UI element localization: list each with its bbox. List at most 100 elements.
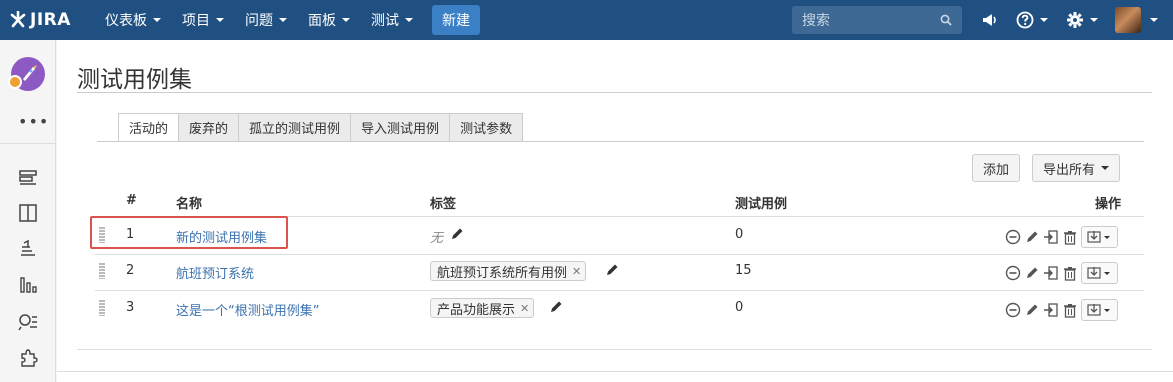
jira-logo[interactable]: JIRA bbox=[9, 0, 87, 40]
chevron-down-icon[interactable] bbox=[1150, 18, 1158, 22]
table-row: 3 这是一个“根测试用例集” 产品功能展示 ✕ 0 bbox=[95, 291, 1144, 327]
logo-text: JIRA bbox=[30, 10, 71, 30]
edit-pencil-icon[interactable] bbox=[1024, 264, 1040, 282]
chevron-down-icon bbox=[405, 18, 413, 22]
row-actions bbox=[1005, 262, 1118, 284]
row-number: 2 bbox=[126, 263, 135, 278]
issues-search-icon[interactable] bbox=[18, 312, 38, 332]
edit-pencil-icon[interactable] bbox=[1024, 228, 1040, 246]
delete-trash-icon[interactable] bbox=[1062, 301, 1078, 319]
title-divider bbox=[77, 92, 1152, 93]
backlog-icon[interactable] bbox=[18, 168, 38, 188]
add-button[interactable]: 添加 bbox=[972, 154, 1021, 182]
column-header-testcases: 测试用例 bbox=[735, 197, 788, 212]
testcycle-name-link[interactable]: 航班预订系统 bbox=[176, 263, 254, 282]
tab-obsolete[interactable]: 废弃的 bbox=[179, 113, 240, 142]
column-header-labels: 标签 bbox=[430, 197, 457, 212]
chevron-down-icon bbox=[153, 18, 161, 22]
gear-icon bbox=[1067, 12, 1083, 28]
menu-tests-label: 测试 bbox=[371, 13, 399, 29]
delete-trash-icon[interactable] bbox=[1062, 264, 1078, 282]
menu-dashboards-label: 仪表板 bbox=[105, 13, 147, 29]
help-icon bbox=[1016, 11, 1034, 29]
menu-projects-label: 项目 bbox=[182, 13, 210, 29]
jira-logo-icon bbox=[10, 11, 26, 28]
more-actions-dropdown[interactable] bbox=[1081, 226, 1118, 248]
help-menu[interactable] bbox=[1016, 0, 1048, 40]
board-icon[interactable] bbox=[18, 203, 38, 223]
search-input[interactable]: 搜索 bbox=[792, 6, 962, 34]
more-icon[interactable]: ••• bbox=[18, 112, 49, 131]
tab-bar: 活动的 废弃的 孤立的测试用例 导入测试用例 测试参数 bbox=[118, 113, 524, 142]
create-button[interactable]: 新建 bbox=[432, 5, 480, 35]
highlight-box bbox=[90, 216, 288, 249]
testcase-count: 0 bbox=[735, 227, 744, 242]
testcase-count: 15 bbox=[735, 263, 752, 278]
edit-pencil-icon[interactable] bbox=[1024, 301, 1040, 319]
tab-test-parameters[interactable]: 测试参数 bbox=[450, 113, 524, 142]
move-into-icon[interactable] bbox=[1043, 264, 1059, 282]
download-caret-icon bbox=[1086, 231, 1110, 243]
disable-icon[interactable] bbox=[1005, 264, 1021, 282]
footer-divider bbox=[57, 371, 1173, 372]
edit-labels-pencil-icon[interactable] bbox=[450, 227, 464, 241]
drag-handle-icon[interactable] bbox=[99, 300, 105, 316]
chevron-down-icon bbox=[1101, 166, 1110, 170]
more-actions-dropdown[interactable] bbox=[1081, 299, 1118, 321]
export-all-label: 导出所有 bbox=[1043, 162, 1096, 178]
menu-tests[interactable]: 测试 bbox=[363, 0, 421, 40]
settings-menu[interactable] bbox=[1066, 0, 1098, 40]
drag-handle-icon[interactable] bbox=[99, 263, 105, 279]
delete-trash-icon[interactable] bbox=[1062, 228, 1078, 246]
column-header-number: # bbox=[126, 193, 137, 208]
row-number: 3 bbox=[126, 300, 135, 315]
disable-icon[interactable] bbox=[1005, 228, 1021, 246]
chevron-down-icon bbox=[1040, 18, 1048, 22]
testcycle-name-link[interactable]: 这是一个“根测试用例集” bbox=[176, 300, 319, 319]
project-sidebar: ••• bbox=[0, 40, 56, 382]
menu-dashboards[interactable]: 仪表板 bbox=[97, 0, 169, 40]
search-placeholder: 搜索 bbox=[802, 13, 830, 29]
page-title: 测试用例集 bbox=[77, 67, 192, 93]
export-all-button[interactable]: 导出所有 bbox=[1032, 154, 1121, 182]
content-bottom-divider bbox=[77, 349, 1152, 350]
edit-labels-pencil-icon[interactable] bbox=[605, 263, 619, 277]
labels-none: 无 bbox=[430, 231, 444, 246]
chevron-down-icon bbox=[216, 18, 224, 22]
edit-labels-pencil-icon[interactable] bbox=[549, 300, 563, 314]
remove-label-icon[interactable]: ✕ bbox=[572, 265, 581, 278]
sidebar-divider bbox=[0, 143, 56, 144]
label-chip: 航班预订系统所有用例 ✕ bbox=[430, 261, 587, 281]
tab-orphan-testcases[interactable]: 孤立的测试用例 bbox=[239, 113, 352, 142]
menu-boards[interactable]: 面板 bbox=[300, 0, 358, 40]
table-row: 2 航班预订系统 航班预订系统所有用例 ✕ 15 bbox=[95, 254, 1144, 290]
remove-label-icon[interactable]: ✕ bbox=[520, 302, 529, 315]
testcase-count: 0 bbox=[735, 300, 744, 315]
user-avatar[interactable] bbox=[1115, 7, 1141, 33]
reports-icon[interactable] bbox=[18, 275, 38, 295]
row-actions bbox=[1005, 226, 1118, 248]
column-header-name: 名称 bbox=[176, 197, 203, 212]
row-actions bbox=[1005, 299, 1118, 321]
top-navigation-bar: JIRA 仪表板 项目 问题 面板 测试 新建 搜索 bbox=[0, 0, 1173, 40]
releases-icon[interactable] bbox=[18, 238, 38, 258]
more-actions-dropdown[interactable] bbox=[1081, 262, 1118, 284]
menu-projects[interactable]: 项目 bbox=[174, 0, 232, 40]
download-caret-icon bbox=[1086, 304, 1110, 316]
move-into-icon[interactable] bbox=[1043, 228, 1059, 246]
label-chip-text: 航班预订系统所有用例 bbox=[437, 265, 568, 281]
chevron-down-icon bbox=[342, 18, 350, 22]
tab-import-testcases[interactable]: 导入测试用例 bbox=[351, 113, 451, 142]
disable-icon[interactable] bbox=[1005, 301, 1021, 319]
move-into-icon[interactable] bbox=[1043, 301, 1059, 319]
search-icon bbox=[940, 14, 952, 26]
menu-issues[interactable]: 问题 bbox=[237, 0, 295, 40]
column-header-actions: 操作 bbox=[1095, 197, 1122, 212]
announcement-icon[interactable] bbox=[981, 0, 999, 40]
tab-active[interactable]: 活动的 bbox=[118, 113, 180, 142]
menu-issues-label: 问题 bbox=[245, 13, 273, 29]
menu-boards-label: 面板 bbox=[308, 13, 336, 29]
label-chip-text: 产品功能展示 bbox=[437, 302, 516, 318]
addons-puzzle-icon[interactable] bbox=[18, 348, 38, 368]
project-badge-icon bbox=[8, 75, 22, 89]
